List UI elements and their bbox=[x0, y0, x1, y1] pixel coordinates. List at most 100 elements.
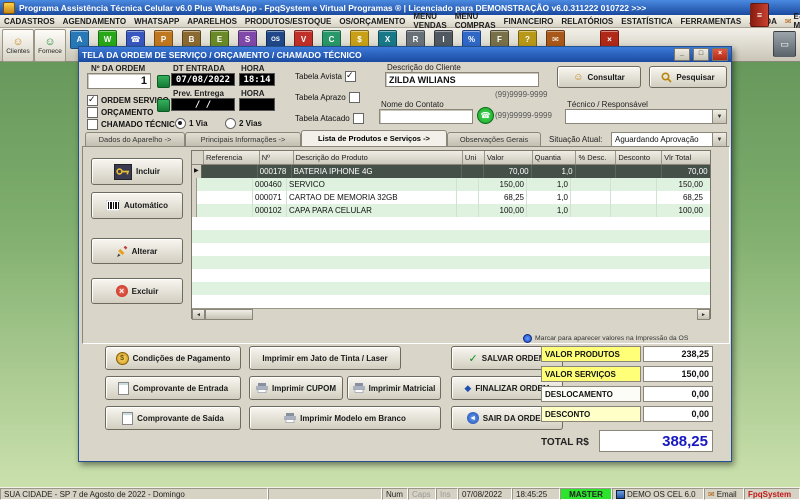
status-user: MASTER bbox=[560, 488, 612, 500]
desconto-label: DESCONTO bbox=[541, 406, 641, 422]
clientes-icon: ☺ bbox=[12, 35, 24, 48]
table-row[interactable]: ▶ 000178 BATERIA IPHONE 4G 70,00 1,0 70,… bbox=[192, 165, 710, 178]
incluir-button[interactable]: Incluir bbox=[91, 158, 183, 185]
imprimir-jato-button[interactable]: Imprimir em Jato de Tinta / Laser bbox=[249, 346, 401, 370]
via2-radio[interactable]: 2 Vias bbox=[225, 118, 262, 129]
chamado-tecnico-checkbox[interactable]: CHAMADO TÉCNICO bbox=[87, 119, 181, 130]
col-numero[interactable]: Nº bbox=[260, 151, 294, 164]
tabela-atacado-checkbox[interactable]: Tabela Atacado bbox=[295, 113, 364, 124]
prev-entrega-label: Prev. Entrega bbox=[173, 89, 224, 98]
imprimir-matricial-button[interactable]: Imprimir Matricial bbox=[347, 376, 441, 400]
close-button[interactable]: × bbox=[712, 48, 728, 61]
phone2-value[interactable]: (99)99999-9999 bbox=[495, 111, 552, 120]
menu-estatistica[interactable]: ESTATÍSTICA bbox=[617, 15, 676, 28]
tab-lista-produtos-servicos[interactable]: Lista de Produtos e Serviços -> bbox=[301, 130, 447, 146]
table-row[interactable]: 000460 SERVICO 150,00 1,0 150,00 bbox=[192, 178, 710, 191]
checkbox-checked-icon bbox=[87, 94, 98, 106]
col-pdesc[interactable]: % Desc. bbox=[576, 151, 617, 164]
menu-cadastros[interactable]: CADASTROS bbox=[0, 15, 59, 28]
chevron-down-icon[interactable] bbox=[712, 110, 726, 123]
menu-email[interactable]: ✉E-MAIL bbox=[781, 12, 800, 30]
order-number-input[interactable]: 1 bbox=[87, 73, 151, 89]
status-app: DEMO OS CEL 6.0 bbox=[612, 488, 704, 500]
orcamento-checkbox[interactable]: ORÇAMENTO bbox=[87, 107, 153, 118]
status-num: Num bbox=[382, 488, 408, 500]
tabela-avista-checkbox[interactable]: Tabela Avista bbox=[295, 70, 356, 82]
col-vlr-total[interactable]: Vlr Total bbox=[662, 151, 710, 164]
menu-financeiro[interactable]: FINANCEIRO bbox=[500, 15, 558, 28]
scroll-right-icon[interactable]: ► bbox=[697, 309, 710, 320]
chevron-down-icon[interactable] bbox=[712, 133, 726, 146]
tecnico-select[interactable] bbox=[565, 109, 727, 124]
key-icon bbox=[113, 163, 132, 180]
books-icon[interactable]: ≡ bbox=[750, 3, 769, 27]
menu-produtos-estoque[interactable]: PRODUTOS/ESTOQUE bbox=[241, 15, 335, 28]
menu-whatsapp[interactable]: WHATSAPP bbox=[130, 15, 183, 28]
col-descricao[interactable]: Descrição do Produto bbox=[294, 151, 463, 164]
tab-principais-informacoes[interactable]: Principais Informações -> bbox=[185, 132, 301, 146]
table-empty-area bbox=[192, 217, 710, 308]
contato-input[interactable] bbox=[379, 109, 473, 124]
horizontal-scrollbar[interactable]: ◄ ► bbox=[192, 308, 710, 320]
checkbox-icon bbox=[352, 113, 364, 124]
tab-observacoes-gerais[interactable]: Observações Gerais bbox=[447, 132, 541, 146]
calendar-icon[interactable] bbox=[157, 99, 170, 112]
col-quantia[interactable]: Quantia bbox=[533, 151, 577, 164]
radio-icon bbox=[225, 118, 236, 129]
cliente-input[interactable]: ZILDA WILIANS bbox=[385, 72, 539, 87]
menu-aparelhos[interactable]: APARELHOS bbox=[183, 15, 241, 28]
printer-icon bbox=[352, 383, 365, 393]
dt-entrada-label: DT ENTRADA bbox=[173, 64, 225, 73]
condicoes-pagamento-button[interactable]: $ Condições de Pagamento bbox=[105, 346, 241, 370]
table-row[interactable]: 000102 CAPA PARA CELULAR 100,00 1,0 100,… bbox=[192, 204, 710, 217]
menu-vendas[interactable]: MENU VENDAS bbox=[409, 12, 450, 30]
person-search-icon: ☺ bbox=[573, 71, 584, 83]
fornecedores-button[interactable]: ☺ Fornece bbox=[34, 29, 66, 62]
tecnico-label: Técnico / Responsável bbox=[567, 100, 648, 109]
total-value: 388,25 bbox=[599, 430, 713, 452]
alterar-button[interactable]: Alterar bbox=[91, 238, 183, 264]
phone1-value[interactable]: (99)9999-9999 bbox=[495, 90, 547, 99]
hora-value: 18:14 bbox=[239, 73, 275, 86]
print-values-note[interactable]: Marcar para aparecer valores na Impressã… bbox=[523, 334, 688, 343]
whatsapp-phone-icon[interactable]: ☎ bbox=[477, 107, 494, 124]
col-referencia[interactable]: Referencia bbox=[204, 151, 260, 164]
col-uni[interactable]: Uni bbox=[463, 151, 485, 164]
situacao-select[interactable]: Aguardando Aprovação bbox=[611, 132, 727, 147]
dt-entrada-value: 07/08/2022 bbox=[171, 73, 235, 86]
imprimir-cupom-button[interactable]: Imprimir CUPOM bbox=[249, 376, 343, 400]
menu-agendamento[interactable]: AGENDAMENTO bbox=[59, 15, 130, 28]
col-desconto[interactable]: Desconto bbox=[616, 151, 663, 164]
comprovante-entrada-button[interactable]: Comprovante de Entrada bbox=[105, 376, 241, 400]
check-icon: ✓ bbox=[468, 352, 478, 365]
automatico-button[interactable]: Automático bbox=[91, 192, 183, 219]
excluir-button[interactable]: × Excluir bbox=[91, 278, 183, 304]
minimize-button[interactable]: _ bbox=[674, 48, 690, 61]
status-email[interactable]: ✉ Email bbox=[704, 488, 744, 500]
pencil-icon bbox=[116, 245, 128, 257]
menu-os-orcamento[interactable]: OS/ORÇAMENTO bbox=[335, 15, 409, 28]
hora-label: HORA bbox=[241, 64, 265, 73]
calendar-icon[interactable] bbox=[157, 75, 170, 88]
col-valor[interactable]: Valor bbox=[485, 151, 533, 164]
scroll-thumb[interactable] bbox=[205, 309, 253, 320]
menu-compras[interactable]: MENU COMPRAS bbox=[451, 12, 500, 30]
radio-selected-icon bbox=[523, 334, 532, 343]
status-location: SUA CIDADE - SP 7 de Agosto de 2022 - Do… bbox=[0, 488, 268, 500]
comprovante-saida-button[interactable]: Comprovante de Saída bbox=[105, 406, 241, 430]
maximize-button[interactable]: □ bbox=[693, 48, 709, 61]
imprimir-modelo-branco-button[interactable]: Imprimir Modelo em Branco bbox=[249, 406, 441, 430]
products-table[interactable]: Referencia Nº Descrição do Produto Uni V… bbox=[191, 150, 711, 320]
menu-relatorios[interactable]: RELATÓRIOS bbox=[557, 15, 617, 28]
scroll-left-icon[interactable]: ◄ bbox=[192, 309, 205, 320]
consultar-button[interactable]: ☺ Consultar bbox=[557, 66, 641, 88]
pesquisar-button[interactable]: Pesquisar bbox=[649, 66, 727, 88]
via1-radio[interactable]: 1 Via bbox=[175, 118, 208, 129]
copier-icon[interactable]: ▭ bbox=[773, 31, 796, 57]
menu-ferramentas[interactable]: FERRAMENTAS bbox=[677, 15, 746, 28]
tabela-aprazo-checkbox[interactable]: Tabela Aprazo bbox=[295, 92, 360, 103]
tab-dados-aparelho[interactable]: Dados do Aparelho -> bbox=[85, 132, 185, 146]
clientes-button[interactable]: ☺ Clientes bbox=[2, 29, 34, 62]
delete-icon: × bbox=[115, 285, 128, 297]
table-row[interactable]: 000071 CARTAO DE MEMORIA 32GB 68,25 1,0 … bbox=[192, 191, 710, 204]
